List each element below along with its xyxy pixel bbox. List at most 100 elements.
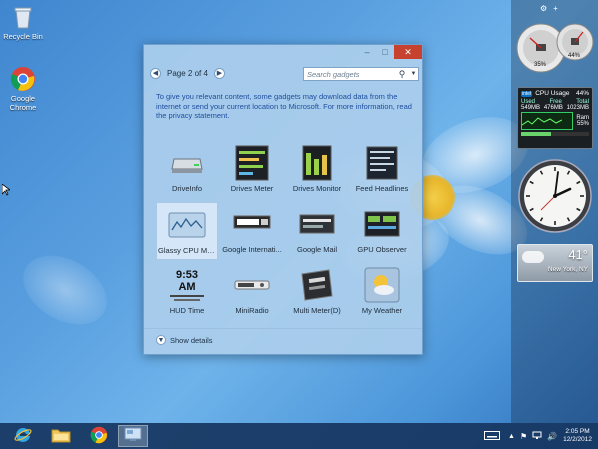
ram-value: 55%: [576, 121, 589, 127]
gadget-label: Glassy CPU Mo...: [158, 246, 217, 255]
used-value: 549MB: [521, 105, 541, 111]
next-page-button[interactable]: ▶: [213, 68, 225, 79]
chevron-up-icon[interactable]: ▲: [508, 433, 515, 440]
weather-sun-icon: [363, 267, 401, 303]
keyboard-icon[interactable]: [484, 430, 500, 442]
close-button[interactable]: ✕: [394, 45, 422, 59]
gadget-icon: [124, 427, 142, 445]
search-input[interactable]: Search gadgets: [304, 70, 395, 79]
chevron-down-icon[interactable]: ▼: [156, 335, 166, 345]
total-value: 1023MB: [566, 105, 589, 111]
monitor-screen-icon: [298, 145, 336, 181]
cloud-icon: [522, 251, 544, 263]
gadget-tile-my-weather[interactable]: My Weather: [351, 263, 413, 321]
chevron-down-icon[interactable]: ▼: [409, 71, 418, 77]
weather-gadget[interactable]: 41° New York, NY: [517, 244, 593, 282]
gadget-tile-glassy-cpu-monitor[interactable]: Glassy CPU Mo...: [156, 202, 218, 260]
cpu-title: CPU Usage: [535, 90, 570, 97]
cpu-graph: [521, 112, 574, 130]
folder-icon: [51, 427, 71, 445]
gadget-tile-feed-headlines[interactable]: Feed Headlines: [351, 141, 413, 199]
taskbar: ▲ ⚑ 🔊 2:05 PM 12/2/2012: [0, 423, 598, 449]
chrome-icon: [90, 426, 108, 446]
privacy-info-text: To give you relevant content, some gadge…: [156, 92, 412, 120]
gadget-label: Google Mail: [296, 245, 338, 254]
gadget-tile-drives-monitor[interactable]: Drives Monitor: [286, 141, 348, 199]
gadget-tile-google-international[interactable]: Google Internati...: [221, 202, 283, 260]
volume-icon[interactable]: 🔊: [547, 432, 557, 441]
gadget-label: Drives Meter: [230, 184, 274, 193]
desktop-icon-recycle-bin[interactable]: Recycle Bin: [0, 4, 46, 41]
chevron-left-icon: ◀: [152, 70, 159, 77]
desktop-icon-chrome[interactable]: Google Chrome: [0, 66, 46, 112]
clock[interactable]: 2:05 PM 12/2/2012: [563, 428, 592, 444]
gadget-tile-miniradio[interactable]: MiniRadio: [221, 263, 283, 321]
add-gadget-icon[interactable]: +: [553, 4, 558, 13]
ie-icon: [14, 426, 32, 446]
gadget-label: GPU Observer: [357, 245, 407, 254]
gadget-tile-google-mail[interactable]: Google Mail: [286, 202, 348, 260]
mail-icon: [298, 206, 336, 242]
cpu-bar: [521, 132, 589, 136]
radio-icon: [233, 267, 271, 303]
chevron-right-icon: ▶: [216, 70, 223, 77]
gadget-label: Multi Meter(D): [293, 306, 341, 315]
gadget-gallery-window: – □ ✕ ◀ Page 2 of 4 ▶ Search gadgets ⚲ ▼…: [143, 44, 423, 355]
gadget-label: Google Internati...: [222, 245, 282, 254]
ie-button[interactable]: [8, 425, 38, 447]
gadget-tile-gpu-observer[interactable]: GPU Observer: [351, 202, 413, 260]
clock-time: 2:05 PM: [565, 428, 590, 435]
intel-logo-icon: intel: [521, 90, 533, 97]
gadgets-button[interactable]: [118, 425, 148, 447]
hud-time-value: 9:53 AM: [175, 269, 199, 293]
system-tray: ▲ ⚑ 🔊 2:05 PM 12/2/2012: [484, 423, 598, 449]
show-details-label: Show details: [170, 335, 213, 345]
file-explorer-button[interactable]: [46, 425, 76, 447]
clock-text-icon: 9:53 AM: [168, 267, 206, 303]
show-details-toggle[interactable]: ▼ Show details: [156, 335, 213, 345]
page-navigator: ◀ Page 2 of 4 ▶: [150, 68, 225, 79]
gadget-label: HUD Time: [169, 306, 205, 315]
minimize-button[interactable]: –: [358, 45, 376, 59]
meter-gadget[interactable]: 35% 44%: [515, 20, 595, 75]
cpu-usage-gadget[interactable]: intel CPU Usage 44% Used Free Total 549M…: [517, 87, 593, 149]
gpu-icon: [363, 206, 401, 242]
cpu-percent: 44%: [575, 90, 589, 97]
meter-right-value: 44%: [568, 53, 581, 59]
clock-date: 12/2/2012: [563, 436, 592, 443]
gadget-label: MiniRadio: [235, 306, 269, 315]
meter-screen-icon: [233, 145, 271, 181]
gadget-tile-drives-meter[interactable]: Drives Meter: [221, 141, 283, 199]
page-indicator: Page 2 of 4: [167, 69, 208, 78]
settings-icon[interactable]: ⚙: [540, 4, 547, 13]
meter-left-value: 35%: [534, 62, 547, 68]
search-gadgets-box[interactable]: Search gadgets ⚲ ▼: [303, 67, 419, 81]
gadget-label: DriveInfo: [171, 184, 202, 193]
recycle-bin-icon: [10, 4, 36, 30]
cpu-graph-icon: [168, 207, 206, 243]
multi-meter-icon: [298, 267, 336, 303]
drive-icon: [168, 145, 206, 181]
feed-icon: [363, 145, 401, 181]
weather-location: New York, NY: [547, 266, 588, 273]
google-search-icon: [233, 206, 271, 242]
search-icon[interactable]: ⚲: [395, 69, 409, 80]
previous-page-button[interactable]: ◀: [150, 68, 161, 79]
free-value: 476MB: [543, 105, 563, 111]
gadget-tile-driveinfo[interactable]: DriveInfo: [156, 141, 218, 199]
desktop-icon-label: Recycle Bin: [3, 32, 43, 41]
chrome-button[interactable]: [84, 425, 114, 447]
flag-icon[interactable]: ⚑: [520, 432, 527, 441]
gadget-tile-hud-time[interactable]: 9:53 AM HUD Time: [156, 263, 218, 321]
desktop-icon-label: Google Chrome: [9, 94, 37, 112]
divider: [144, 328, 422, 329]
gadget-tile-multi-meter[interactable]: Multi Meter(D): [286, 263, 348, 321]
network-icon[interactable]: [532, 431, 542, 442]
weather-temp: 41°: [568, 247, 588, 262]
gadget-label: Feed Headlines: [355, 184, 409, 193]
maximize-button[interactable]: □: [376, 45, 394, 59]
gadget-label: My Weather: [361, 306, 403, 315]
sidebar-toolbar: ⚙ +: [540, 4, 558, 13]
chrome-icon: [10, 66, 36, 92]
clock-gadget[interactable]: [517, 158, 593, 234]
